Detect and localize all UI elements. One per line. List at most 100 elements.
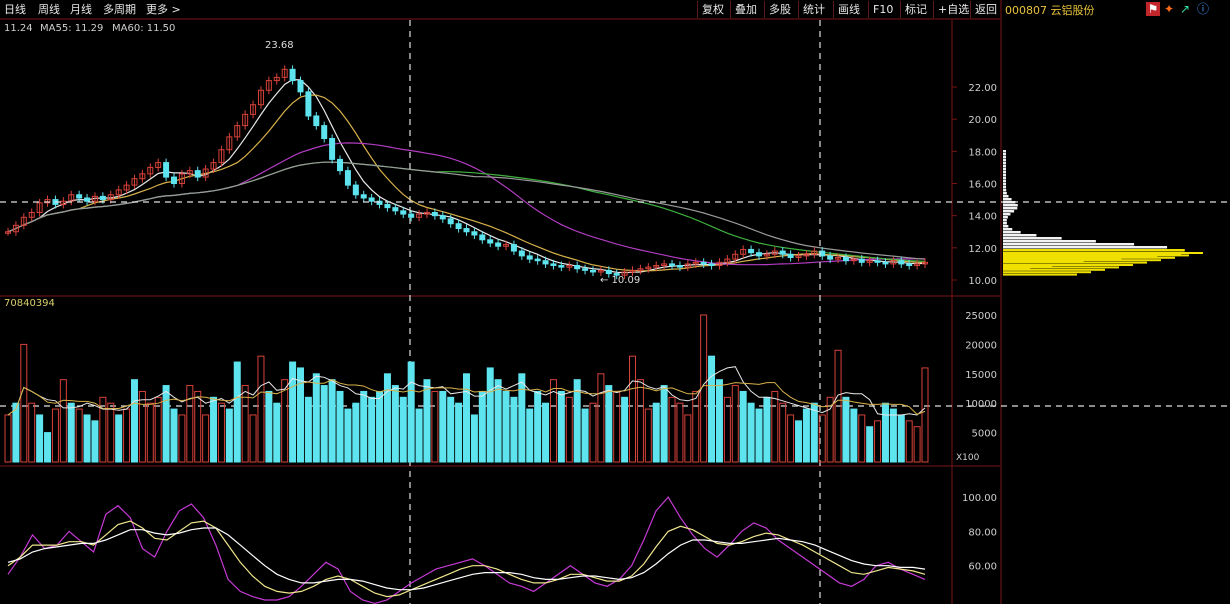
volume-bar bbox=[28, 402, 36, 463]
candle-body bbox=[305, 91, 312, 117]
chip-distribution-bar bbox=[1003, 180, 1007, 183]
volume-bar bbox=[123, 408, 131, 463]
candle-body bbox=[479, 234, 486, 241]
chip-distribution-bar bbox=[1003, 162, 1006, 165]
volume-bar bbox=[320, 385, 328, 463]
chip-distribution-bar bbox=[1003, 261, 1147, 264]
candle-body bbox=[289, 68, 296, 82]
chip-distribution-bar bbox=[1003, 246, 1168, 249]
volume-bar bbox=[684, 414, 692, 463]
candle-body bbox=[337, 158, 344, 172]
volume-bar bbox=[747, 402, 755, 463]
chip-distribution-bar bbox=[1003, 201, 1016, 204]
candle-body bbox=[495, 242, 502, 247]
volume-bar bbox=[391, 385, 399, 463]
volume-bar bbox=[739, 390, 747, 463]
candle-body bbox=[874, 260, 881, 263]
ma-line-55 bbox=[7, 161, 926, 262]
volume-bar bbox=[660, 385, 668, 463]
candle-body bbox=[471, 231, 478, 236]
candle-body bbox=[787, 253, 794, 258]
volume-bar bbox=[210, 396, 218, 463]
candle-body bbox=[344, 170, 351, 186]
volume-bar bbox=[897, 414, 905, 463]
chip-distribution-bar bbox=[1003, 195, 1009, 198]
price-axis-label: 14.00 bbox=[968, 212, 997, 223]
candle-body bbox=[589, 269, 596, 273]
chip-distribution-bar bbox=[1003, 168, 1006, 171]
volume-bar bbox=[463, 373, 470, 463]
volume-bar bbox=[154, 396, 162, 463]
volume-bar bbox=[889, 408, 897, 463]
volume-bar bbox=[771, 390, 779, 463]
volume-axis-label: 5000 bbox=[972, 429, 997, 440]
chip-distribution-bar bbox=[1003, 213, 1011, 216]
candle-body bbox=[297, 80, 304, 93]
candle-body bbox=[708, 263, 715, 267]
chip-distribution-bar bbox=[1003, 183, 1007, 186]
volume-bar bbox=[597, 373, 605, 463]
volume-bar bbox=[581, 408, 589, 463]
volume-bar bbox=[415, 408, 423, 463]
volume-bar bbox=[281, 379, 289, 463]
volume-bar bbox=[273, 402, 281, 463]
candle-body bbox=[447, 218, 454, 225]
candle-body bbox=[321, 125, 328, 139]
volume-bar bbox=[383, 373, 391, 463]
candle-body bbox=[313, 115, 320, 127]
volume-axis-label: 10000 bbox=[965, 399, 997, 410]
volume-unit-label: X100 bbox=[956, 453, 980, 463]
candle-body bbox=[463, 228, 470, 233]
chip-distribution-bar bbox=[1003, 231, 1021, 234]
chip-distribution-bar bbox=[1003, 228, 1013, 231]
volume-bar bbox=[613, 390, 621, 463]
volume-bar bbox=[542, 402, 550, 463]
volume-bar bbox=[107, 402, 115, 463]
candle-body bbox=[669, 263, 676, 267]
volume-bar bbox=[447, 396, 455, 463]
volume-bar bbox=[407, 361, 415, 463]
chip-distribution-bar bbox=[1003, 225, 1009, 228]
volume-bar bbox=[75, 408, 83, 463]
volume-bar bbox=[826, 396, 834, 463]
volume-bar bbox=[368, 396, 376, 463]
volume-axis-label: 20000 bbox=[965, 340, 997, 351]
volume-bar bbox=[905, 420, 913, 463]
volume-bar bbox=[557, 390, 565, 463]
candle-body bbox=[352, 184, 359, 196]
volume-bar bbox=[605, 385, 613, 463]
volume-bar bbox=[526, 408, 534, 463]
stock-chart: 22.00 20.00 18.00 16.00 14.00 12.00 10.00 23.68… bbox=[0, 0, 1230, 604]
candle-body bbox=[526, 255, 533, 260]
volume-bar bbox=[304, 396, 312, 463]
candle-body bbox=[487, 239, 494, 244]
price-axis-label: 18.00 bbox=[968, 147, 997, 158]
volume-bar bbox=[44, 432, 52, 463]
volume-bar bbox=[668, 396, 676, 463]
candle-body bbox=[518, 250, 525, 257]
chip-distribution-bar bbox=[1003, 159, 1006, 162]
volume-bar bbox=[336, 390, 344, 463]
volume-bar bbox=[502, 390, 510, 463]
candle-body bbox=[84, 197, 91, 202]
chip-distribution-bar bbox=[1003, 153, 1006, 156]
volume-bar bbox=[874, 420, 882, 463]
chip-distribution-bar bbox=[1003, 219, 1007, 222]
candle-body bbox=[542, 260, 549, 265]
volume-bar bbox=[763, 396, 771, 463]
volume-bar bbox=[439, 390, 447, 463]
chip-distribution-bar bbox=[1003, 171, 1006, 174]
volume-bar bbox=[676, 402, 684, 463]
volume-bar bbox=[621, 396, 629, 463]
candle-body bbox=[574, 265, 581, 270]
volume-bar bbox=[913, 426, 921, 463]
volume-bar bbox=[130, 379, 138, 463]
chip-distribution-bar bbox=[1003, 177, 1007, 180]
volume-bar bbox=[921, 367, 929, 463]
volume-bar bbox=[779, 402, 787, 463]
candle-body bbox=[408, 213, 415, 218]
chip-distribution-bar bbox=[1003, 150, 1006, 153]
chip-distribution-bar bbox=[1003, 259, 1161, 262]
chip-distribution-bar bbox=[1003, 198, 1012, 201]
chip-distribution-bar bbox=[1003, 237, 1062, 240]
